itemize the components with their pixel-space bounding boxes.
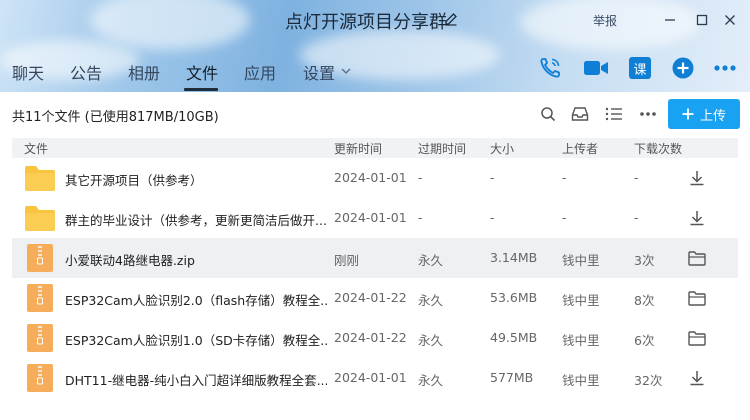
zip-file-icon (27, 324, 53, 352)
file-downloads: 3次 (634, 253, 655, 268)
file-list: 其它开源项目（供参考） 2024-01-01 - - - - 群主的毕业设计（供… (12, 158, 738, 398)
file-time: 2024-01-01 (334, 210, 407, 225)
file-expire: - (418, 210, 423, 225)
file-time: 2024-01-01 (334, 370, 407, 385)
file-size: 3.14MB (490, 250, 538, 265)
folder-icon[interactable] (686, 328, 708, 348)
maximize-icon[interactable] (692, 10, 712, 30)
column-expire-time[interactable]: 过期时间 (418, 140, 466, 157)
more-icon[interactable] (712, 55, 738, 81)
file-size: - (490, 170, 495, 185)
file-toolbar: 共11个文件 (已使用817MB/10GB) (0, 92, 750, 136)
folder-icon (25, 166, 55, 191)
file-name: 其它开源项目（供参考） (65, 173, 203, 188)
file-time: 2024-01-22 (334, 330, 407, 345)
upload-label: 上传 (699, 108, 726, 124)
folder-icon (25, 206, 55, 231)
phone-icon[interactable] (537, 55, 563, 81)
file-time: 2024-01-01 (334, 170, 407, 185)
list-view-icon[interactable] (604, 104, 624, 124)
file-uploader: 钱中里 (562, 293, 600, 308)
file-downloads: 8次 (634, 293, 655, 308)
course-icon[interactable]: 课 (627, 55, 653, 81)
table-header: 文件 更新时间 过期时间 大小 上传者 下载次数 (12, 138, 738, 158)
folder-icon[interactable] (686, 288, 708, 308)
folder-icon[interactable] (686, 248, 708, 268)
file-size: - (490, 210, 495, 225)
column-downloads[interactable]: 下载次数 (634, 140, 682, 157)
file-row[interactable]: DHT11-继电器-纯小白入门超详细版教程全套... 2024-01-01 永久… (12, 358, 738, 398)
file-downloads: - (634, 170, 639, 185)
report-link[interactable]: 举报 (593, 10, 617, 30)
tab-album[interactable]: 相册 (128, 60, 160, 84)
download-icon[interactable] (686, 368, 708, 388)
file-uploader: 钱中里 (562, 333, 600, 348)
file-uploader: 钱中里 (562, 253, 600, 268)
file-time: 2024-01-22 (334, 290, 407, 305)
tab-settings[interactable]: 设置 (303, 60, 335, 84)
window-header: 点灯开源项目分享群 举报 聊天 公告 相册 文件 应用 设置 课 (0, 0, 750, 92)
title-bar: 点灯开源项目分享群 举报 (0, 0, 750, 40)
file-expire: 永久 (418, 293, 444, 308)
active-tab-indicator (184, 88, 218, 91)
file-name: ESP32Cam人脸识别1.0（SD卡存储）教程全... (65, 333, 327, 348)
file-name: DHT11-继电器-纯小白入门超详细版教程全套... (65, 373, 327, 388)
file-count: 共11个文件 (已使用817MB/10GB) (12, 110, 219, 125)
file-uploader: - (562, 210, 567, 225)
file-downloads: 32次 (634, 373, 663, 388)
tab-chat[interactable]: 聊天 (12, 60, 44, 84)
plus-icon[interactable] (670, 55, 696, 81)
column-size[interactable]: 大小 (490, 140, 514, 157)
plus-icon (682, 108, 694, 120)
search-icon[interactable] (538, 104, 558, 124)
download-icon[interactable] (686, 208, 708, 228)
file-name: 群主的毕业设计（供参考，更新更简洁后做开... (65, 213, 327, 228)
inbox-icon[interactable] (570, 104, 590, 124)
file-time: 刚刚 (334, 253, 360, 268)
file-row[interactable]: 其它开源项目（供参考） 2024-01-01 - - - - (12, 158, 738, 198)
download-icon[interactable] (686, 168, 708, 188)
file-row[interactable]: 群主的毕业设计（供参考，更新更简洁后做开... 2024-01-01 - - -… (12, 198, 738, 238)
column-file[interactable]: 文件 (24, 140, 48, 157)
file-size: 577MB (490, 370, 534, 385)
close-icon[interactable] (720, 10, 740, 30)
file-row[interactable]: ESP32Cam人脸识别2.0（flash存储）教程全... 2024-01-2… (12, 278, 738, 318)
zip-file-icon (27, 244, 53, 272)
chevron-down-icon[interactable] (341, 67, 351, 75)
file-row[interactable]: 小爱联动4路继电器.zip 刚刚 永久 3.14MB 钱中里 3次 (12, 238, 738, 278)
column-update-time[interactable]: 更新时间 (334, 140, 382, 157)
file-downloads: 6次 (634, 333, 655, 348)
more-options-icon[interactable] (638, 104, 658, 124)
column-uploader[interactable]: 上传者 (562, 140, 598, 157)
file-row[interactable]: ESP32Cam人脸识别1.0（SD卡存储）教程全... 2024-01-22 … (12, 318, 738, 358)
file-size: 53.6MB (490, 290, 538, 305)
tab-announcement[interactable]: 公告 (70, 60, 102, 84)
window-title: 点灯开源项目分享群 (285, 12, 447, 33)
scrollbar[interactable] (744, 138, 750, 420)
file-size: 49.5MB (490, 330, 538, 345)
zip-file-icon (27, 364, 53, 392)
file-expire: 永久 (418, 373, 444, 388)
file-downloads: - (634, 210, 639, 225)
zip-file-icon (27, 284, 53, 312)
file-expire: - (418, 170, 423, 185)
file-expire: 永久 (418, 253, 444, 268)
tab-apps[interactable]: 应用 (244, 60, 276, 84)
video-icon[interactable] (583, 55, 609, 81)
edit-icon[interactable] (444, 12, 458, 26)
file-name: 小爱联动4路继电器.zip (65, 253, 195, 268)
minimize-icon[interactable] (660, 10, 680, 30)
file-uploader: - (562, 170, 567, 185)
tab-files[interactable]: 文件 (186, 60, 218, 84)
file-uploader: 钱中里 (562, 373, 600, 388)
file-expire: 永久 (418, 333, 444, 348)
upload-button[interactable]: 上传 (668, 99, 740, 129)
file-name: ESP32Cam人脸识别2.0（flash存储）教程全... (65, 293, 327, 308)
